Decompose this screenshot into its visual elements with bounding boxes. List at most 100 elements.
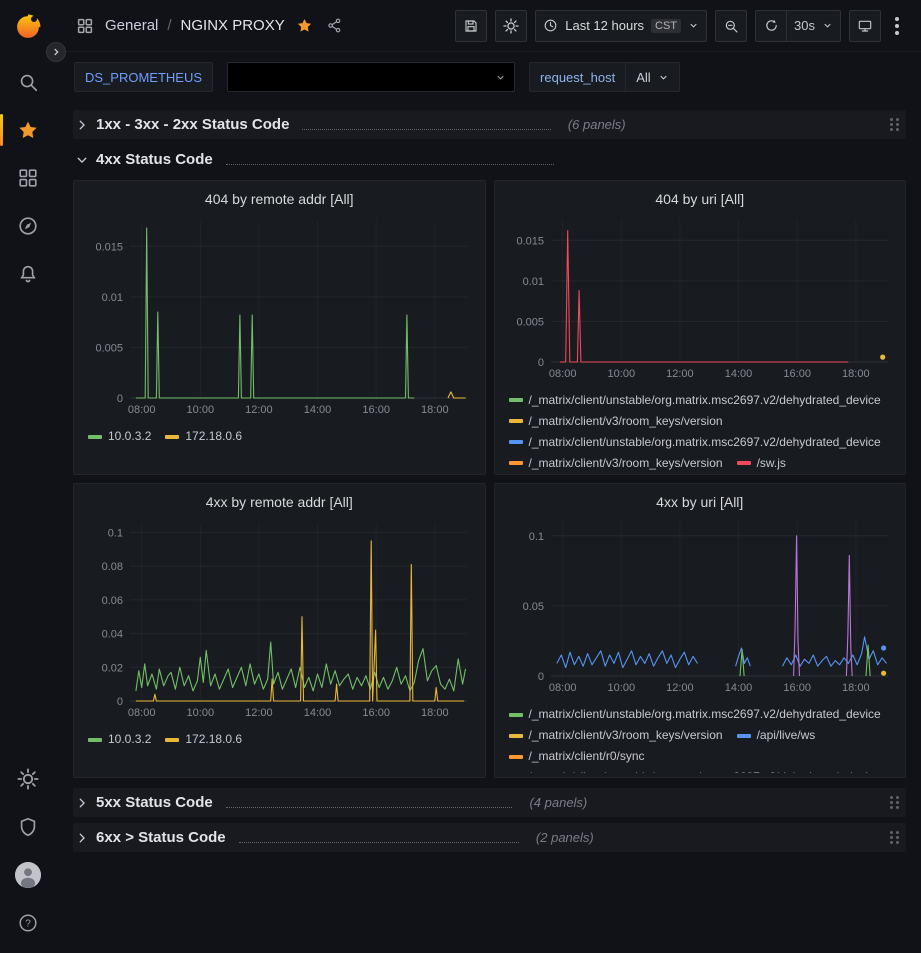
legend-item[interactable]: 172.18.0.6 (165, 729, 242, 750)
legend-item[interactable]: /api/live/ws (737, 725, 816, 746)
row-drag-handle-icon[interactable] (888, 117, 900, 132)
breadcrumb-folder[interactable]: General (105, 17, 158, 34)
legend-item[interactable]: /_matrix/client/unstable/org.matrix.msc2… (509, 390, 881, 411)
legend-item[interactable]: /_matrix/client/v3/room_keys/version (509, 725, 723, 746)
panel-chart[interactable]: 00.0050.010.01508:0010:0012:0014:0016:00… (505, 212, 896, 387)
row-dotted-leader (302, 120, 550, 130)
grafana-logo-icon (13, 12, 43, 42)
dashboard-settings-button[interactable] (495, 10, 527, 42)
svg-text:0: 0 (537, 357, 543, 369)
sidebar-bottom: ? (0, 755, 56, 947)
panel-title[interactable]: 404 by uri [All] (505, 187, 896, 212)
svg-text:16:00: 16:00 (783, 368, 811, 380)
tv-mode-button[interactable] (849, 10, 881, 42)
svg-text:12:00: 12:00 (245, 707, 273, 719)
zoom-out-time-button[interactable] (715, 10, 747, 42)
svg-text:08:00: 08:00 (128, 404, 156, 416)
share-icon (326, 17, 343, 34)
row-drag-handle-icon[interactable] (888, 830, 900, 845)
request-host-value-dropdown[interactable]: All (626, 62, 679, 92)
legend-swatch-icon (509, 755, 523, 759)
sidebar-item-profile[interactable] (0, 851, 56, 899)
legend-swatch-icon (509, 713, 523, 717)
breadcrumb-separator: / (167, 17, 171, 34)
row-title: 6xx > Status Code (96, 829, 226, 846)
timeseries-plot[interactable]: 00.0050.010.01508:0010:0012:0014:0016:00… (84, 213, 475, 418)
svg-text:0.1: 0.1 (528, 531, 543, 543)
zoom-out-icon (723, 18, 739, 34)
sidebar-item-configuration[interactable] (0, 755, 56, 803)
datasource-variable-chip[interactable]: DS_PROMETHEUS (74, 62, 213, 92)
row-drag-handle-icon[interactable] (888, 795, 900, 810)
sidebar-item-search[interactable] (0, 58, 56, 106)
share-button[interactable] (324, 15, 345, 36)
legend-swatch-icon (509, 461, 523, 465)
panel-title[interactable]: 404 by remote addr [All] (84, 187, 475, 213)
panel-title[interactable]: 4xx by remote addr [All] (84, 490, 475, 516)
legend-swatch-icon (509, 398, 523, 402)
svg-text:?: ? (25, 919, 31, 930)
legend-item[interactable]: /_matrix/client/r0/sync (509, 746, 645, 767)
save-dashboard-button[interactable] (455, 10, 487, 42)
legend-item[interactable]: /_matrix/client/unstable/org.matrix.msc2… (509, 432, 881, 453)
time-range-picker[interactable]: Last 12 hours CST (535, 10, 707, 42)
timeseries-plot[interactable]: 00.020.040.060.080.108:0010:0012:0014:00… (84, 516, 475, 721)
chevron-right-icon (75, 118, 89, 132)
legend-label: /_matrix/client/unstable/org.matrix.msc2… (529, 432, 881, 453)
chevron-down-icon (658, 72, 669, 83)
sidebar-item-starred[interactable] (0, 106, 56, 154)
sidebar-expand-button[interactable] (46, 42, 66, 62)
sidebar-item-explore[interactable] (0, 202, 56, 250)
sidebar-item-help[interactable]: ? (0, 899, 56, 947)
svg-text:08:00: 08:00 (548, 682, 576, 694)
legend-label: /api/live/ws (757, 725, 816, 746)
sidebar-item-server-admin[interactable] (0, 803, 56, 851)
legend-item[interactable]: /sw.js (737, 453, 786, 470)
panel-chart[interactable]: 00.020.040.060.080.108:0010:0012:0014:00… (84, 516, 475, 726)
legend-label: /_matrix/client/unstable/org.matrix.msc2… (529, 390, 881, 411)
svg-text:10:00: 10:00 (187, 707, 215, 719)
refresh-interval-dropdown[interactable]: 30s (787, 10, 841, 42)
panel-chart[interactable]: 00.0050.010.01508:0010:0012:0014:0016:00… (84, 213, 475, 423)
apps-menu-icon[interactable] (74, 15, 96, 37)
grafana-logo[interactable] (11, 10, 45, 44)
panel-chart[interactable]: 00.050.108:0010:0012:0014:0016:0018:00 (505, 511, 896, 701)
favorite-star-button[interactable] (294, 15, 315, 36)
row-dotted-leader (226, 155, 555, 165)
refresh-button[interactable] (755, 10, 787, 42)
row-5xx-status-code[interactable]: 5xx Status Code (4 panels) (73, 788, 906, 817)
row-1xx-3xx-2xx-status-code[interactable]: 1xx - 3xx - 2xx Status Code (6 panels) (73, 110, 906, 139)
timeseries-plot[interactable]: 00.050.108:0010:0012:0014:0016:0018:00 (505, 511, 896, 696)
timeseries-plot[interactable]: 00.0050.010.01508:0010:0012:0014:0016:00… (505, 212, 896, 382)
sidebar-item-alerting[interactable] (0, 250, 56, 298)
chevron-right-icon (51, 47, 61, 57)
legend-item[interactable]: 10.0.3.2 (88, 729, 151, 750)
legend-item[interactable]: /_matrix/client/v3/room_keys/version (509, 453, 723, 470)
svg-text:18:00: 18:00 (842, 368, 870, 380)
row-4xx-status-code[interactable]: 4xx Status Code (73, 145, 906, 174)
panel-title[interactable]: 4xx by uri [All] (505, 490, 896, 511)
svg-text:14:00: 14:00 (724, 682, 752, 694)
row-title: 1xx - 3xx - 2xx Status Code (96, 116, 289, 133)
legend-row: /_matrix/client/unstable/org.matrix.msc2… (509, 390, 896, 411)
legend-item[interactable]: /_matrix/client/unstable/org.matrix.msc2… (509, 767, 881, 773)
refresh-button-group: 30s (755, 10, 841, 42)
panel-legend: 10.0.3.2 172.18.0.6 (84, 729, 475, 750)
svg-text:0.005: 0.005 (516, 316, 544, 328)
host-variable-select[interactable] (227, 62, 515, 92)
breadcrumb-dashboard-title[interactable]: NGINX PROXY (181, 17, 285, 34)
panel-legend: /_matrix/client/unstable/org.matrix.msc2… (505, 390, 896, 470)
legend-swatch-icon (737, 734, 751, 738)
apps-grid-icon (76, 17, 94, 35)
legend-label: /_matrix/client/v3/room_keys/version (529, 411, 723, 432)
legend-item[interactable]: /_matrix/client/unstable/org.matrix.msc2… (509, 704, 881, 725)
legend-row: /_matrix/client/unstable/org.matrix.msc2… (509, 767, 896, 773)
row-6xx-status-code[interactable]: 6xx > Status Code (2 panels) (73, 823, 906, 852)
legend-swatch-icon (737, 461, 751, 465)
more-options-kebab-button[interactable] (889, 13, 905, 39)
svg-text:0.015: 0.015 (516, 235, 544, 247)
legend-item[interactable]: /_matrix/client/v3/room_keys/version (509, 411, 723, 432)
sidebar-item-dashboards[interactable] (0, 154, 56, 202)
legend-item[interactable]: 10.0.3.2 (88, 426, 151, 447)
legend-item[interactable]: 172.18.0.6 (165, 426, 242, 447)
